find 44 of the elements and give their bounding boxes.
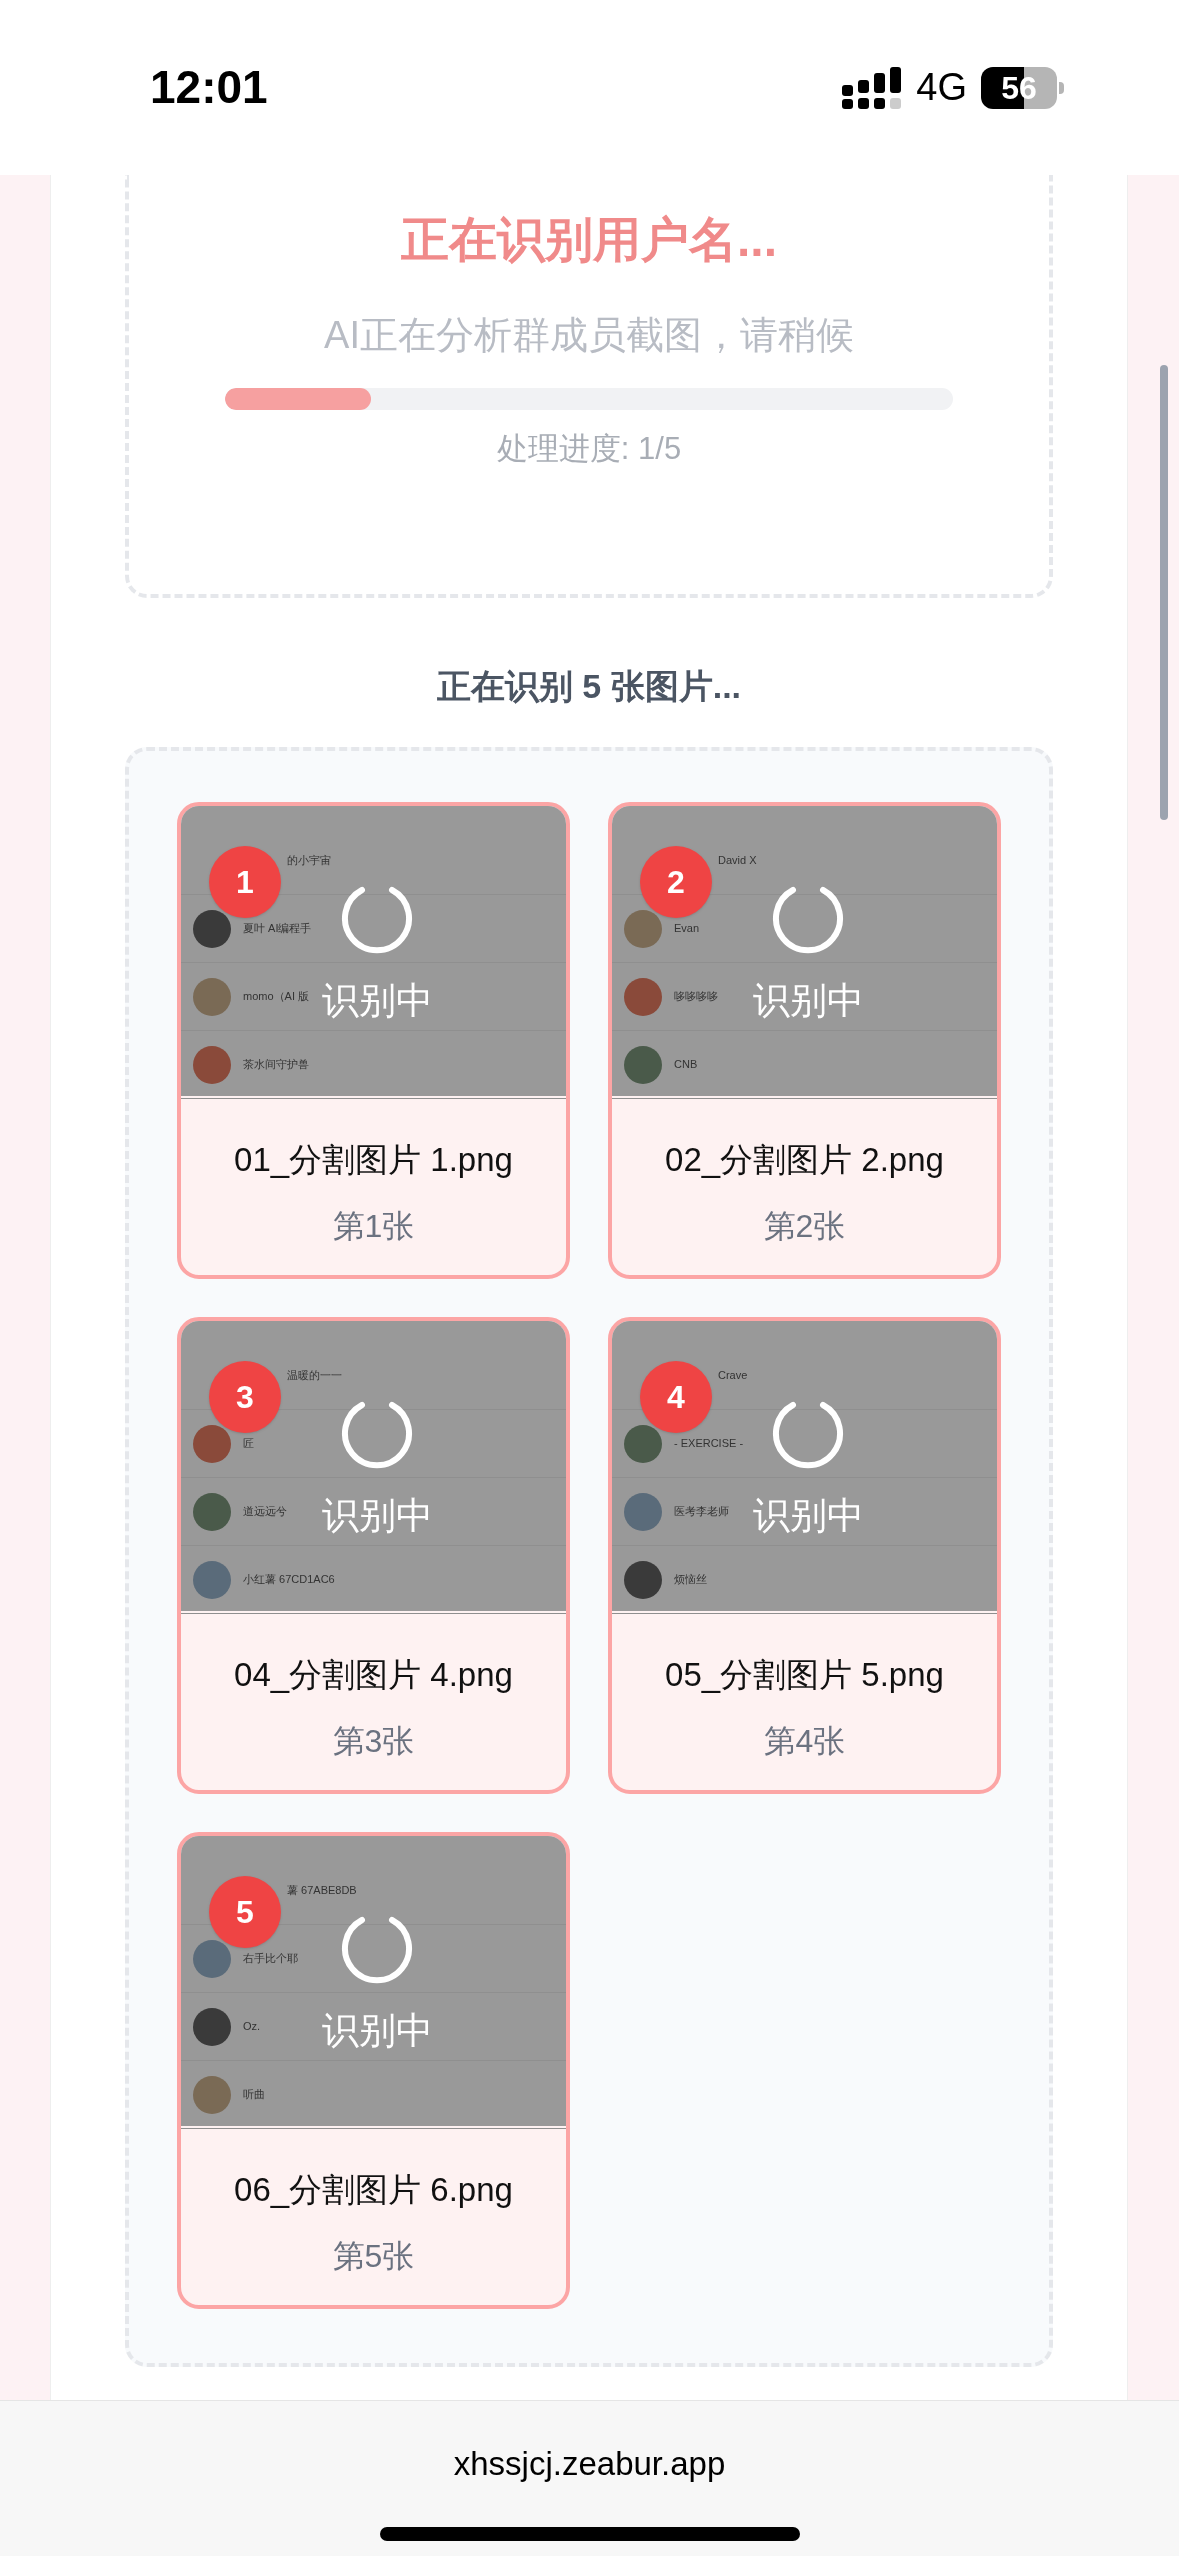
image-index: 第2张 [762, 1207, 847, 1246]
file-name: 06_分割图片 6.png [233, 2170, 514, 2210]
member-name: 烦恼丝 [674, 1572, 707, 1588]
member-name: 温暖的一一 [287, 1368, 342, 1384]
recognizing-label: 识别中 [320, 2009, 434, 2053]
member-name: 右手比个耶 [243, 1951, 298, 1967]
recognizing-label: 识别中 [751, 979, 865, 1023]
member-name: 匠 [243, 1436, 254, 1452]
member-name: 夏叶 AI编程手 [243, 921, 312, 937]
member-name: momo（AI 版 [243, 989, 309, 1005]
image-index: 第1张 [331, 1207, 416, 1246]
member-name: Crave [718, 1368, 748, 1384]
clock: 12:01 [150, 60, 268, 115]
member-name: 听曲 [243, 2087, 265, 2103]
network-type: 4G [916, 65, 967, 110]
member-name: 的小宇宙 [287, 853, 331, 869]
recognizing-label: 识别中 [751, 1494, 865, 1538]
member-name: 医考李老师 [674, 1504, 729, 1520]
image-index: 第5张 [331, 2237, 416, 2276]
progress-text: 处理进度: 1/5 [496, 430, 682, 468]
member-name: - EXERCISE - [674, 1436, 744, 1452]
member-name: 茶水间守护兽 [243, 1057, 309, 1073]
progress-title: 正在识别用户名... [401, 212, 777, 268]
member-name: 薯 67ABE8DB [287, 1883, 357, 1899]
recognizing-label: 识别中 [320, 1494, 434, 1538]
member-name: Oz. [243, 2019, 261, 2035]
file-name: 05_分割图片 5.png [664, 1655, 945, 1695]
url-text[interactable]: xhssjcj.zeabur.app [453, 2439, 726, 2489]
member-name: 道远远兮 [243, 1504, 287, 1520]
file-name: 02_分割图片 2.png [664, 1140, 945, 1180]
battery-tip-icon [1059, 81, 1064, 94]
recognizing-label: 识别中 [320, 979, 434, 1023]
signal-icon [842, 66, 903, 109]
image-index: 第4张 [762, 1722, 847, 1761]
member-name: 小红薯 67CD1AC6 [243, 1572, 335, 1588]
file-name: 04_分割图片 4.png [233, 1655, 514, 1695]
image-index: 第3张 [331, 1722, 416, 1761]
member-name: CNB [674, 1057, 698, 1073]
member-name: Evan [674, 921, 700, 937]
progress-subtitle: AI正在分析群成员截图，请稍候 [324, 313, 854, 358]
member-name: 哆哆哆哆 [674, 989, 718, 1005]
member-name: David X [718, 853, 757, 869]
file-name: 01_分割图片 1.png [233, 1140, 514, 1180]
images-heading: 正在识别 5 张图片... [436, 666, 742, 707]
